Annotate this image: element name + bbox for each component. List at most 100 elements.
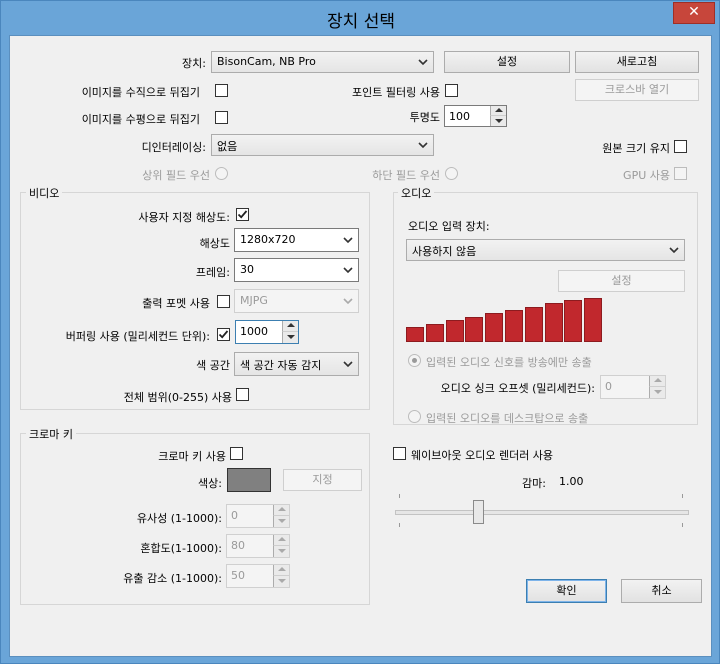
chevron-down-icon xyxy=(343,361,353,368)
blend-value: 80 xyxy=(231,539,245,552)
audio-group-title: 오디오 xyxy=(398,185,435,201)
chevron-down-icon xyxy=(418,142,428,149)
similarity-spinner[interactable]: 0 xyxy=(226,504,290,528)
spin-up-icon[interactable] xyxy=(273,535,289,546)
gpu-checkbox[interactable] xyxy=(674,167,687,180)
slider-tick xyxy=(399,523,400,527)
spin-down-icon[interactable] xyxy=(273,546,289,557)
waveout-checkbox[interactable] xyxy=(393,447,406,460)
blend-spinner[interactable]: 80 xyxy=(226,534,290,558)
frame-combo[interactable]: 30 xyxy=(234,258,359,282)
buffering-spinner[interactable]: 1000 xyxy=(235,320,299,344)
chroma-color-label: 색상: xyxy=(198,477,222,490)
chroma-use-label: 크로마 키 사용 xyxy=(158,450,226,463)
keep-size-label: 원본 크기 유지 xyxy=(602,142,670,155)
spill-value: 50 xyxy=(231,569,245,582)
level-bar xyxy=(505,310,523,342)
level-bar xyxy=(446,320,464,342)
deinterlace-label: 디인터레이싱: xyxy=(141,141,206,154)
desktop-out-radio[interactable] xyxy=(408,410,421,423)
frame-label: 프레임: xyxy=(195,266,230,279)
checkmark-icon xyxy=(218,330,229,339)
deinterlace-value: 없음 xyxy=(217,140,238,153)
spill-spinner[interactable]: 50 xyxy=(226,564,290,588)
resolution-label: 해상도 xyxy=(199,237,230,250)
device-select-dialog: 장치 선택 ✕ 장치: BisonCam, NB Pro 설정 새로고침 크로스… xyxy=(0,0,720,664)
spin-down-icon[interactable] xyxy=(273,576,289,587)
point-filter-label: 포인트 필터링 사용 xyxy=(352,86,440,99)
broadcast-only-label: 입력된 오디오 신호를 방송에만 송출 xyxy=(426,356,592,369)
level-bar xyxy=(584,298,602,342)
device-label: 장치: xyxy=(182,57,206,70)
spin-up-icon[interactable] xyxy=(273,505,289,516)
refresh-button[interactable]: 새로고침 xyxy=(575,51,699,73)
title-bar[interactable]: 장치 선택 ✕ xyxy=(1,1,720,35)
spin-down-icon[interactable] xyxy=(282,332,298,343)
custom-resolution-checkbox[interactable] xyxy=(236,208,249,221)
gamma-value: 1.00 xyxy=(559,475,584,488)
full-range-checkbox[interactable] xyxy=(236,388,249,401)
output-format-combo[interactable]: MJPG xyxy=(234,289,359,313)
upper-field-label: 상위 필드 우선 xyxy=(142,169,210,182)
chroma-group-title: 크로마 키 xyxy=(26,426,76,442)
buffering-checkbox[interactable] xyxy=(217,328,230,341)
flip-horizontal-checkbox[interactable] xyxy=(215,111,228,124)
gamma-label: 감마: xyxy=(522,477,546,490)
window-title: 장치 선택 xyxy=(327,12,395,32)
device-combo[interactable]: BisonCam, NB Pro xyxy=(211,51,434,73)
level-bar xyxy=(406,327,424,342)
chevron-down-icon xyxy=(343,298,353,305)
keep-size-checkbox[interactable] xyxy=(674,140,687,153)
slider-tick xyxy=(682,523,683,527)
chroma-color-swatch[interactable] xyxy=(227,468,271,492)
level-bar xyxy=(564,300,582,342)
flip-vertical-checkbox[interactable] xyxy=(215,84,228,97)
chevron-down-icon xyxy=(418,59,428,66)
audio-input-value: 사용하지 않음 xyxy=(412,245,477,258)
deinterlace-combo[interactable]: 없음 xyxy=(211,134,434,156)
spin-down-icon[interactable] xyxy=(649,387,665,398)
color-space-combo[interactable]: 색 공간 자동 감지 xyxy=(234,352,359,376)
spin-down-icon[interactable] xyxy=(490,116,506,126)
slider-thumb[interactable] xyxy=(473,500,484,524)
spin-up-icon[interactable] xyxy=(649,376,665,387)
gpu-label: GPU 사용 xyxy=(623,169,670,182)
gamma-slider[interactable] xyxy=(393,492,689,528)
upper-field-radio[interactable] xyxy=(215,167,228,180)
spin-up-icon[interactable] xyxy=(273,565,289,576)
desktop-out-label: 입력된 오디오를 데스크탑으로 송출 xyxy=(426,412,589,425)
checkmark-icon xyxy=(237,210,248,219)
dialog-body: 장치: BisonCam, NB Pro 설정 새로고침 크로스바 열기 이미지… xyxy=(9,35,712,657)
spin-up-icon[interactable] xyxy=(490,106,506,116)
close-button[interactable]: ✕ xyxy=(673,2,715,24)
chroma-assign-button[interactable]: 지정 xyxy=(283,469,362,491)
chroma-use-checkbox[interactable] xyxy=(230,447,243,460)
broadcast-only-radio[interactable] xyxy=(408,354,421,367)
sync-offset-spinner[interactable]: 0 xyxy=(600,375,666,399)
device-value: BisonCam, NB Pro xyxy=(217,55,316,68)
full-range-label: 전체 범위(0-255) 사용 xyxy=(123,391,232,404)
spin-down-icon[interactable] xyxy=(273,516,289,527)
ok-button[interactable]: 확인 xyxy=(526,579,607,603)
slider-track xyxy=(395,510,689,515)
output-format-label: 출력 포멧 사용 xyxy=(142,297,210,310)
opacity-spinner[interactable]: 100 xyxy=(444,105,507,127)
output-format-checkbox[interactable] xyxy=(217,295,230,308)
audio-input-label: 오디오 입력 장치: xyxy=(408,220,490,233)
device-settings-button[interactable]: 설정 xyxy=(444,51,570,73)
lower-field-radio[interactable] xyxy=(445,167,458,180)
level-bar xyxy=(465,317,483,342)
audio-input-combo[interactable]: 사용하지 않음 xyxy=(406,239,685,261)
crossbar-button[interactable]: 크로스바 열기 xyxy=(575,79,699,101)
sync-offset-label: 오디오 싱크 오프셋 (밀리세컨드): xyxy=(440,382,595,395)
resolution-combo[interactable]: 1280x720 xyxy=(234,228,359,252)
flip-horizontal-label: 이미지를 수평으로 뒤집기 xyxy=(81,113,200,126)
level-bar xyxy=(485,313,503,342)
spin-up-icon[interactable] xyxy=(282,321,298,332)
point-filter-checkbox[interactable] xyxy=(445,84,458,97)
audio-level-meter xyxy=(406,298,602,342)
waveout-label: 웨이브아웃 오디오 렌더러 사용 xyxy=(411,449,554,462)
level-bar xyxy=(525,307,543,342)
cancel-button[interactable]: 취소 xyxy=(621,579,702,603)
audio-settings-button[interactable]: 설정 xyxy=(558,270,685,292)
